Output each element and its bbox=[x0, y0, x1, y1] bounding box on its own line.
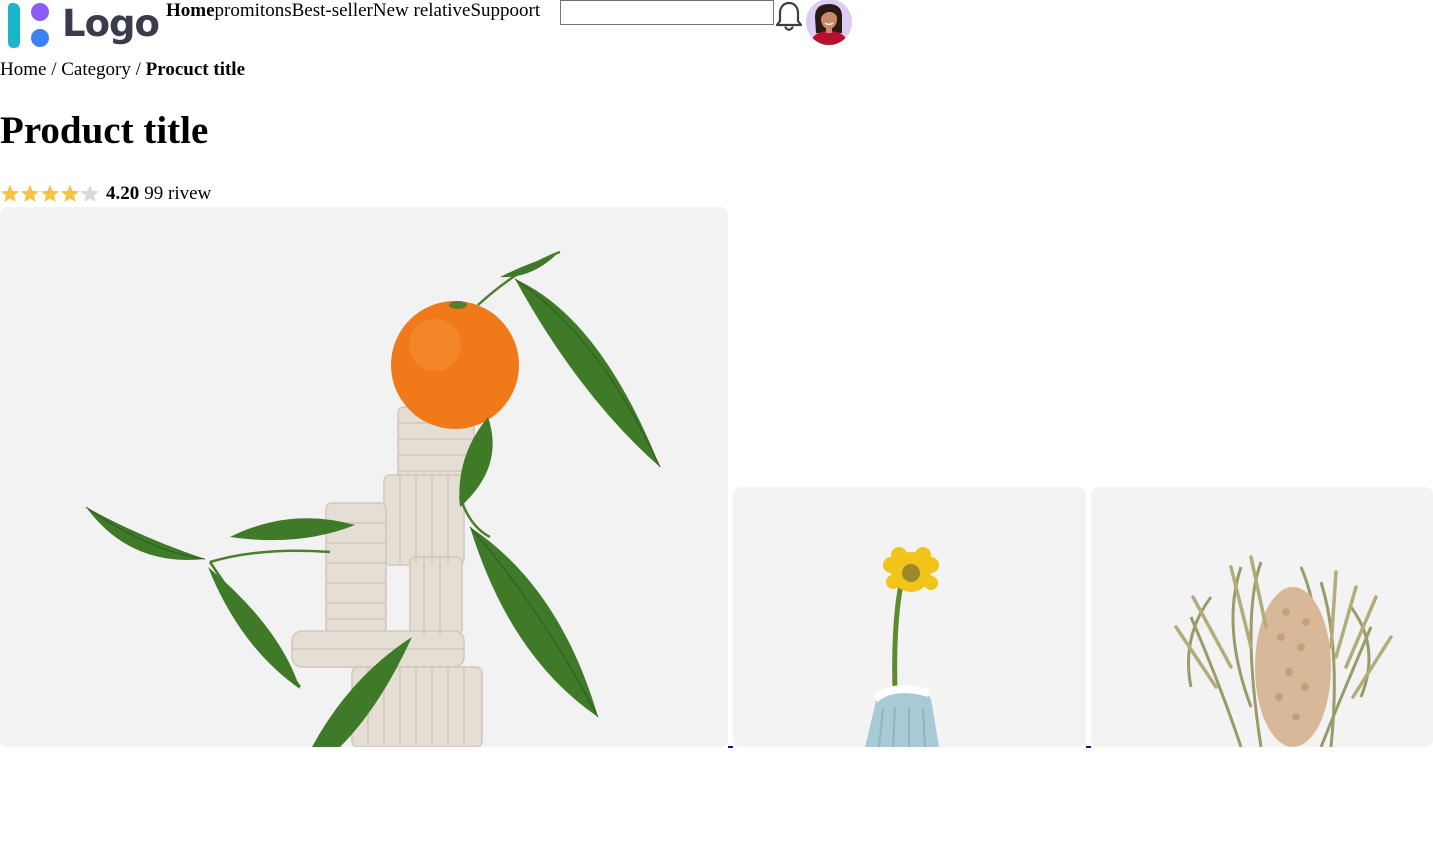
breadcrumb-category[interactable]: Category bbox=[61, 59, 131, 80]
review-count: 99 rivew bbox=[144, 183, 212, 204]
star-icon bbox=[1, 185, 19, 202]
star-icon bbox=[41, 185, 59, 202]
product-title: Product title bbox=[0, 109, 209, 152]
breadcrumb-separator: / bbox=[51, 59, 57, 80]
star-icon bbox=[81, 185, 99, 202]
nav-best-seller[interactable]: Best-seller bbox=[292, 0, 373, 22]
logo[interactable]: Logo bbox=[4, 2, 162, 50]
link-underline bbox=[728, 746, 733, 748]
nav-support[interactable]: Suppoort bbox=[470, 0, 540, 22]
search-input[interactable] bbox=[560, 0, 774, 25]
rating-stars bbox=[0, 183, 100, 205]
breadcrumb-current: Procuct title bbox=[145, 59, 246, 80]
star-icon bbox=[61, 185, 79, 202]
nav-home[interactable]: Home bbox=[166, 0, 215, 22]
thumbnail-image-2[interactable] bbox=[1091, 487, 1433, 747]
rating-value: 4.20 bbox=[106, 183, 140, 204]
star-icon bbox=[21, 185, 39, 202]
header: Logo Home promitons Best-seller New rela… bbox=[0, 0, 860, 50]
product-rating: 4.20 99 rivew bbox=[0, 180, 211, 208]
link-underline bbox=[1086, 746, 1091, 748]
user-avatar[interactable] bbox=[806, 0, 852, 45]
breadcrumb-home[interactable]: Home bbox=[0, 59, 46, 80]
logo-mark-icon bbox=[8, 2, 49, 48]
nav-promotions[interactable]: promitons bbox=[215, 0, 292, 22]
main-product-image[interactable] bbox=[0, 207, 728, 747]
breadcrumb-separator: / bbox=[135, 59, 141, 80]
bell-icon[interactable] bbox=[773, 0, 805, 34]
logo-text: Logo bbox=[62, 2, 160, 45]
breadcrumb: Home / Category / Procuct title bbox=[0, 58, 245, 82]
thumbnail-image-1[interactable] bbox=[733, 487, 1086, 747]
nav-new-relative[interactable]: New relative bbox=[373, 0, 471, 22]
main-nav: Home promitons Best-seller New relative … bbox=[166, 0, 540, 22]
